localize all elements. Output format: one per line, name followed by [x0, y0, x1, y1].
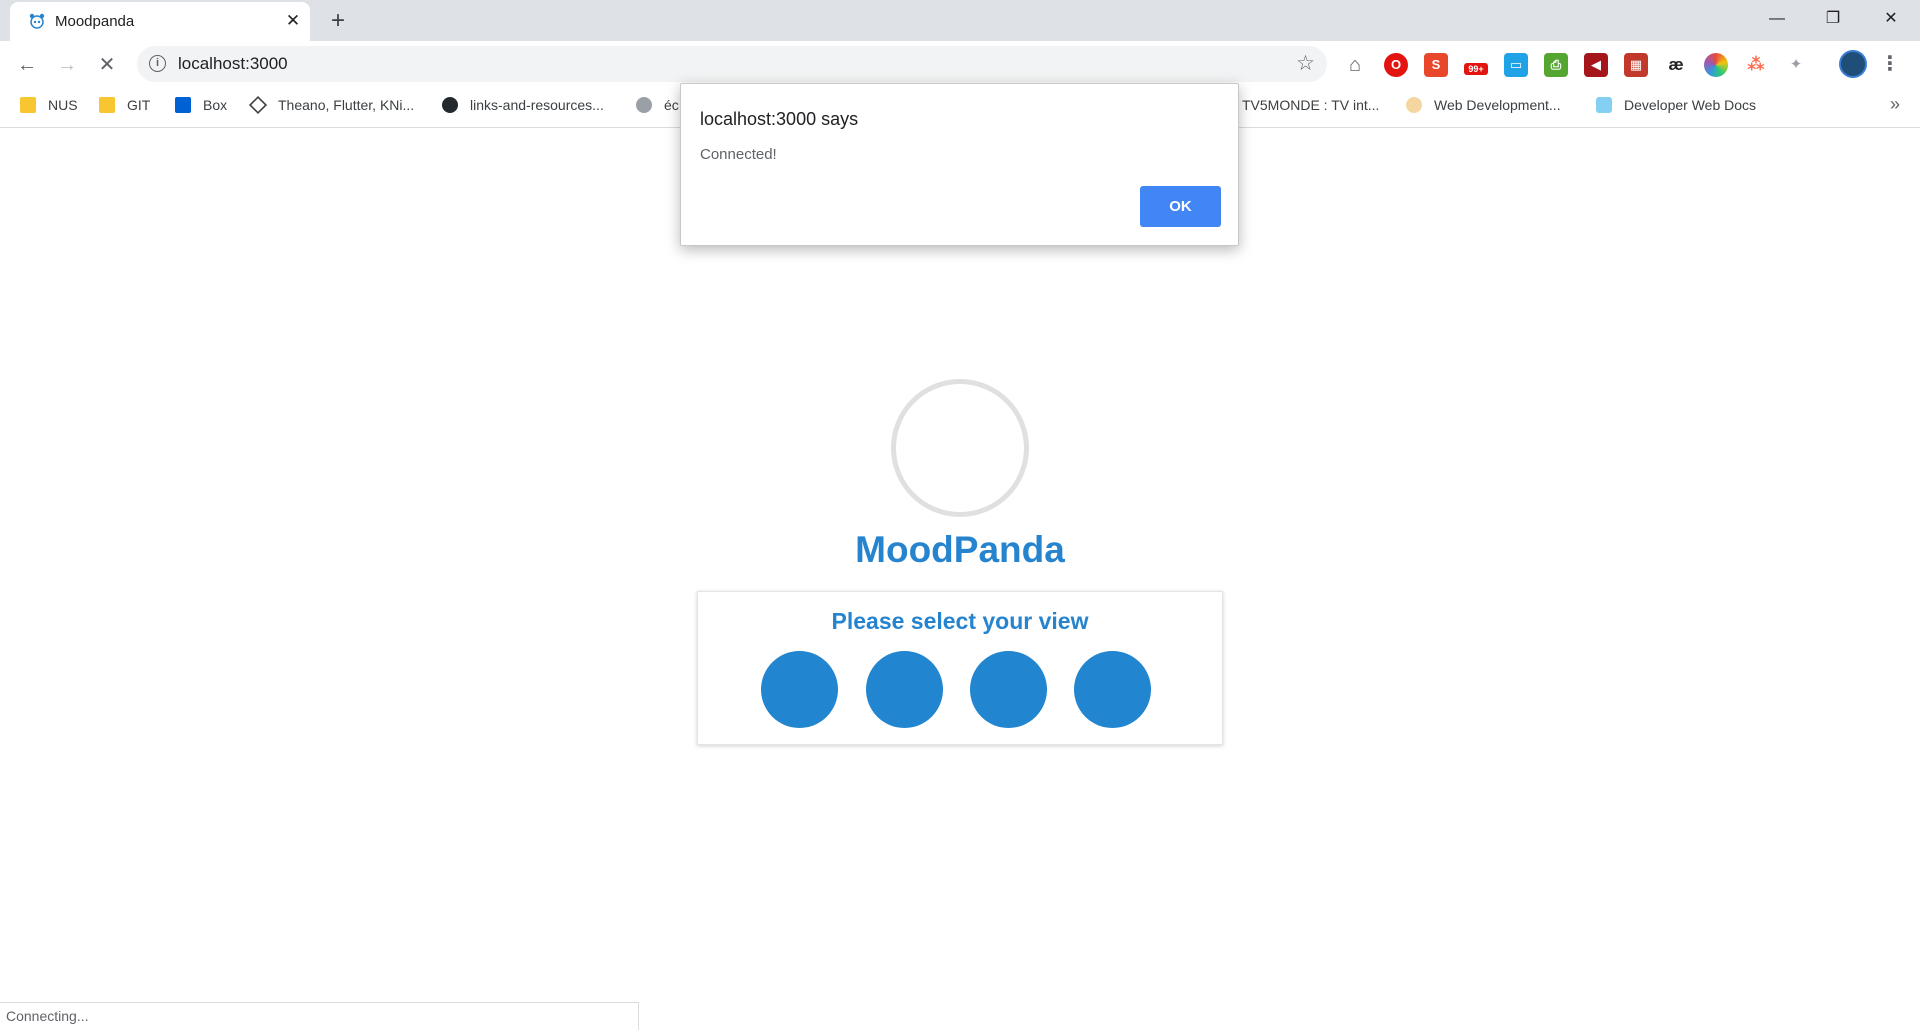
docs-icon: [1596, 97, 1612, 113]
close-window-icon[interactable]: ✕: [1862, 0, 1920, 38]
minimize-icon[interactable]: ―: [1748, 0, 1806, 38]
view-prompt: Please select your view: [831, 608, 1089, 634]
s-extension-icon[interactable]: S: [1424, 53, 1448, 77]
dialog-title: localhost:3000 says: [700, 109, 859, 129]
restore-icon[interactable]: ❐: [1804, 0, 1862, 38]
extension-badge: 99+: [1464, 63, 1488, 75]
view-button-1[interactable]: [761, 651, 838, 728]
bookmark-git[interactable]: GIT: [99, 88, 150, 122]
box-icon: [175, 97, 191, 113]
puzzle-extension-icon[interactable]: ✦: [1784, 53, 1808, 77]
bookmark-star-icon[interactable]: ☆: [1296, 51, 1315, 76]
page-content: MoodPanda Please select your view: [0, 129, 1920, 1030]
bookmark-theano[interactable]: Theano, Flutter, KNi...: [248, 88, 414, 122]
profile-avatar[interactable]: [1839, 50, 1867, 78]
browser-tab[interactable]: Moodpanda ✕: [10, 2, 310, 41]
browser-toolbar: ← → ✕ i localhost:3000 ☆ ⌂ O S 99+ ▭ ⎙ ◀…: [0, 41, 1920, 88]
github-icon: [442, 97, 458, 113]
audio-extension-icon[interactable]: ◀: [1584, 53, 1608, 77]
globe-icon: [636, 97, 652, 113]
view-selector-card: Please select your view: [697, 591, 1223, 745]
more-bookmarks-icon[interactable]: »: [1890, 94, 1900, 115]
notification-extension-icon[interactable]: 99+: [1464, 53, 1488, 77]
address-bar[interactable]: i localhost:3000 ☆: [137, 46, 1327, 82]
diamond-icon: [248, 95, 268, 115]
site-info-icon[interactable]: i: [149, 55, 166, 72]
color-picker-extension-icon[interactable]: [1704, 53, 1728, 77]
view-button-4[interactable]: [1074, 651, 1151, 728]
print-extension-icon[interactable]: ⎙: [1544, 53, 1568, 77]
app-title: MoodPanda: [855, 529, 1065, 570]
opera-extension-icon[interactable]: O: [1384, 53, 1408, 77]
bookmark-nus[interactable]: NUS: [20, 88, 78, 122]
home-icon[interactable]: ⌂: [1343, 53, 1367, 77]
stop-loading-icon[interactable]: ✕: [92, 50, 122, 80]
window-extension-icon[interactable]: ▭: [1504, 53, 1528, 77]
view-button-3[interactable]: [970, 651, 1047, 728]
bookmark-web-development[interactable]: Web Development...: [1406, 88, 1561, 122]
folder-icon: [99, 97, 115, 113]
url-text[interactable]: localhost:3000: [178, 54, 288, 74]
status-bar: Connecting...: [0, 1002, 639, 1030]
bookmark-ec[interactable]: éc: [636, 88, 679, 122]
alert-dialog: localhost:3000 says Connected! OK: [680, 83, 1239, 246]
tab-strip: Moodpanda ✕ + ― ❐ ✕: [0, 0, 1920, 41]
dialog-ok-button[interactable]: OK: [1140, 186, 1221, 227]
browser-menu-icon[interactable]: ⋮: [1880, 51, 1900, 77]
grid-extension-icon[interactable]: ▦: [1624, 53, 1648, 77]
bookmark-tv5monde[interactable]: TV5MONDE : TV int...: [1242, 88, 1379, 122]
dialog-message: Connected!: [700, 146, 777, 163]
new-tab-button[interactable]: +: [324, 7, 352, 35]
ae-extension-icon[interactable]: æ: [1664, 53, 1688, 77]
forward-arrow-icon[interactable]: →: [52, 50, 82, 80]
bookmark-box[interactable]: Box: [175, 88, 227, 122]
panda-favicon-icon: [29, 13, 45, 29]
loading-spinner: [891, 379, 1029, 517]
bookmark-links-and-resources[interactable]: links-and-resources...: [442, 88, 604, 122]
view-button-2[interactable]: [866, 651, 943, 728]
tab-title: Moodpanda: [55, 13, 135, 30]
back-arrow-icon[interactable]: ←: [12, 50, 42, 80]
tab-close-icon[interactable]: ✕: [282, 10, 304, 32]
bookmark-developer-web-docs[interactable]: Developer Web Docs: [1596, 88, 1756, 122]
share-extension-icon[interactable]: ⁂: [1744, 53, 1768, 77]
folder-icon: [20, 97, 36, 113]
owl-icon: [1406, 97, 1422, 113]
